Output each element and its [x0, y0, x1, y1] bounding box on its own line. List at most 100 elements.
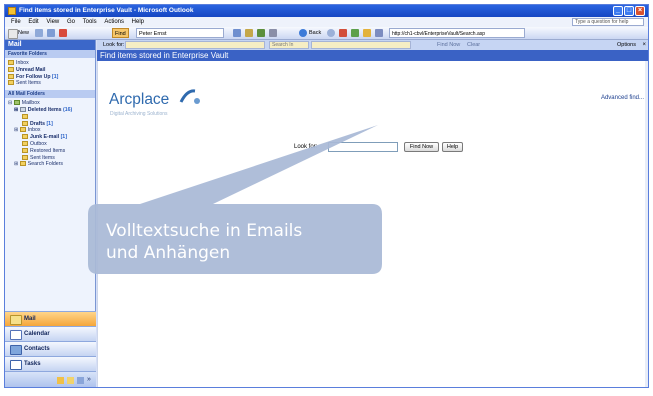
reload-icon[interactable]: [351, 29, 359, 37]
logo-wordmark: Arcplace: [109, 91, 170, 108]
back-icon[interactable]: [299, 29, 307, 37]
menu-edit[interactable]: Edit: [28, 19, 38, 25]
find-button[interactable]: Find: [112, 28, 129, 38]
folder-restored-items[interactable]: Restored Items: [8, 147, 95, 155]
search-label: Look for:: [294, 144, 318, 150]
content-pane: Look for: Search In Find Now Clear Optio…: [97, 40, 648, 387]
favorite-inbox[interactable]: Inbox: [8, 60, 95, 67]
mail-icon: [10, 315, 22, 325]
search-scope-field[interactable]: [311, 41, 411, 49]
nav-shortcuts-bar: »: [5, 371, 96, 387]
web-address-field[interactable]: http://ch1-cbvl/EnterpriseVault/Search.a…: [389, 28, 525, 38]
inbox-icon: [8, 60, 14, 65]
all-mail-folders-header: All Mail Folders: [5, 90, 95, 99]
home-icon[interactable]: [363, 29, 371, 37]
arcplace-logo-mark-icon: [179, 89, 200, 104]
configure-buttons-icon[interactable]: »: [87, 376, 91, 383]
notes-icon[interactable]: [57, 377, 64, 384]
find-bar: Look for: Search In Find Now Clear Optio…: [97, 40, 648, 50]
title-bar: Find items stored in Enterprise Vault - …: [5, 5, 648, 17]
new-icon[interactable]: [8, 29, 18, 39]
look-for-input[interactable]: [125, 41, 265, 49]
favorite-folders-list: Inbox Unread Mail For Follow Up [1] Sent…: [5, 58, 95, 87]
minimize-button[interactable]: _: [613, 6, 623, 16]
web-search-icon[interactable]: [375, 29, 383, 37]
mailbox-node[interactable]: ⊟ Mailbox: [8, 100, 95, 107]
menu-bar: File Edit View Go Tools Actions Help Typ…: [5, 17, 648, 27]
logo-tagline: Digital Archiving Solutions: [110, 111, 168, 117]
window-title: Find items stored in Enterprise Vault - …: [19, 7, 194, 14]
folder-tree: ⊟ Mailbox ⊞ Deleted Items (16) Drafts [1…: [5, 98, 95, 168]
forward-icon[interactable]: [327, 29, 335, 37]
outlook-window: Find items stored in Enterprise Vault - …: [4, 4, 649, 388]
callout-line-1: Volltextsuche in Emails: [106, 221, 303, 241]
folder-icon: [22, 113, 28, 119]
close-find-icon[interactable]: ×: [642, 40, 646, 50]
folder-outbox[interactable]: Outbox: [8, 140, 95, 148]
calendar-icon: [10, 330, 22, 340]
clear-link[interactable]: Clear: [467, 40, 480, 50]
delete-icon[interactable]: [59, 29, 67, 37]
menu-file[interactable]: File: [11, 19, 21, 25]
sent-items-icon: [22, 154, 28, 160]
search-folder-icon: [8, 66, 14, 72]
menu-help[interactable]: Help: [132, 19, 144, 25]
search-folder-icon: [19, 161, 26, 167]
nav-pane-header: Mail: [5, 40, 95, 50]
navigation-pane: Mail Favorite Folders Inbox Unread Mail …: [5, 40, 96, 387]
junk-mail-icon: [22, 134, 28, 140]
help-question-box[interactable]: Type a question for help: [572, 18, 644, 26]
address-book-field[interactable]: Peter Ernst: [136, 28, 224, 38]
stop-icon[interactable]: [339, 29, 347, 37]
folder-junk-email[interactable]: Junk E-mail [1]: [8, 134, 95, 141]
print-icon[interactable]: [35, 29, 43, 37]
look-for-label: Look for:: [103, 42, 125, 48]
menu-tools[interactable]: Tools: [83, 19, 97, 25]
nav-contacts-button[interactable]: Contacts: [5, 341, 96, 356]
folder-list-icon[interactable]: [67, 377, 74, 384]
advanced-find-link[interactable]: Advanced find...: [601, 95, 644, 101]
help-button[interactable]: Help: [442, 142, 463, 152]
folder-sent-items[interactable]: Sent Items: [8, 154, 95, 162]
find-now-link[interactable]: Find Now: [437, 40, 460, 50]
folder-unnamed[interactable]: [8, 113, 95, 121]
vertical-scrollbar[interactable]: [645, 61, 648, 387]
new-button[interactable]: New: [18, 28, 29, 38]
help-icon[interactable]: [269, 29, 277, 37]
trash-icon: [19, 106, 26, 112]
menu-go[interactable]: Go: [67, 19, 75, 25]
mailbox-icon: [13, 100, 20, 106]
menu-actions[interactable]: Actions: [104, 19, 124, 25]
shortcuts-icon[interactable]: [77, 377, 84, 384]
folder-deleted-items[interactable]: ⊞ Deleted Items (16): [8, 106, 95, 114]
close-button[interactable]: ×: [635, 6, 645, 16]
outbox-icon: [22, 140, 28, 146]
contacts-icon: [10, 345, 22, 355]
favorite-unread-mail[interactable]: Unread Mail: [8, 66, 95, 74]
search-in-dropdown[interactable]: Search In: [269, 41, 309, 49]
favorite-folders-header: Favorite Folders: [5, 50, 95, 58]
vault-search-input[interactable]: [328, 142, 398, 152]
send-receive-icon[interactable]: [233, 29, 241, 37]
folder-inbox[interactable]: ⊞ Inbox: [8, 127, 95, 134]
outlook-app-icon: [8, 7, 16, 15]
menu-view[interactable]: View: [46, 19, 59, 25]
pane-title: Find items stored in Enterprise Vault: [97, 50, 648, 61]
back-button[interactable]: Back: [309, 28, 321, 38]
nav-tasks-button[interactable]: Tasks: [5, 356, 96, 371]
options-button[interactable]: Options: [617, 40, 636, 50]
standard-toolbar: New Find Peter Ernst Back http://ch1-cbv…: [5, 27, 648, 40]
callout-text: Volltextsuche in Emails und Anhängen: [106, 220, 302, 264]
sent-items-icon: [8, 80, 14, 86]
folder-drafts[interactable]: Drafts [1]: [8, 120, 95, 128]
favorite-for-follow-up[interactable]: For Follow Up [1]: [8, 73, 95, 81]
address-book-icon[interactable]: [245, 29, 253, 37]
maximize-button[interactable]: □: [624, 6, 634, 16]
favorite-sent-items[interactable]: Sent Items: [8, 80, 95, 87]
find-now-button[interactable]: Find Now: [404, 142, 439, 152]
folder-search-folders[interactable]: ⊞ Search Folders: [8, 161, 95, 168]
nav-mail-button[interactable]: Mail: [5, 311, 96, 326]
refresh-icon[interactable]: [257, 29, 265, 37]
move-folder-icon[interactable]: [47, 29, 55, 37]
nav-calendar-button[interactable]: Calendar: [5, 326, 96, 341]
